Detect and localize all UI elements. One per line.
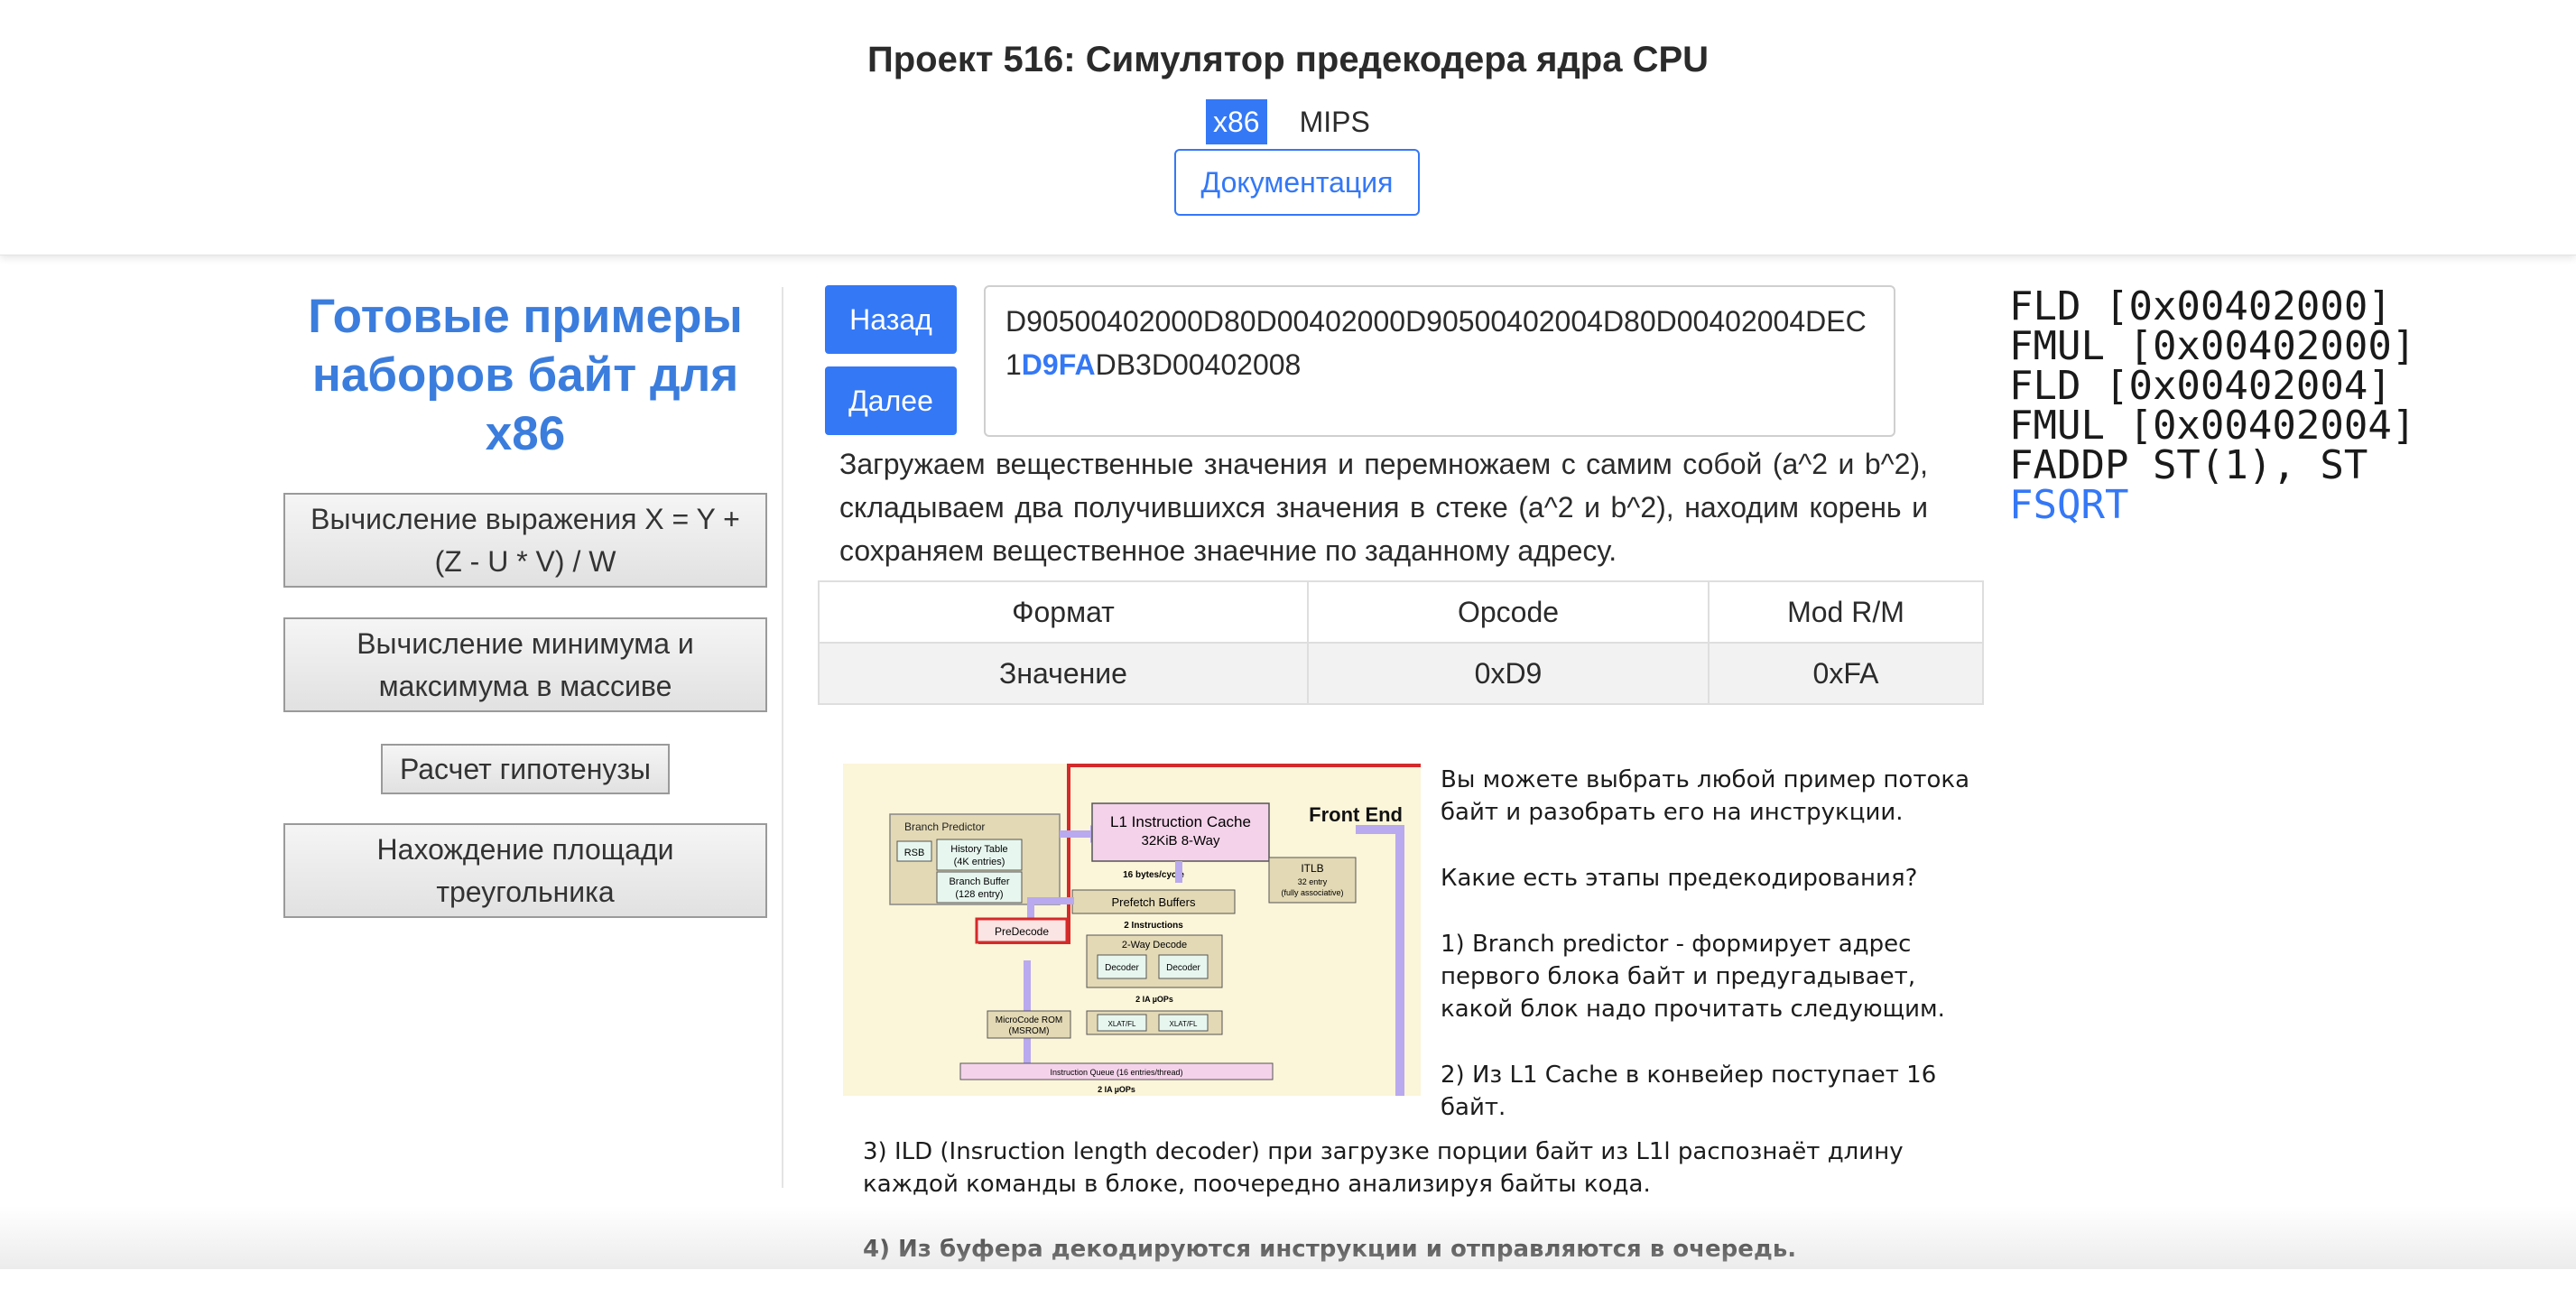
predecode-label: PreDecode bbox=[995, 925, 1049, 938]
header: Проект 516: Симулятор предекодера ядра C… bbox=[0, 0, 2576, 255]
table-row: Значение 0xD9 0xFA bbox=[818, 642, 1984, 705]
explanation-paragraph: Какие есть этапы предекодирования? bbox=[1441, 865, 1918, 892]
asm-line: FADDP ST(1), ST bbox=[2009, 442, 2368, 488]
ia-uops-label: 2 IA µOPs bbox=[1098, 1085, 1135, 1094]
example-label: Вычисление выражения X = Y + (Z - U * V)… bbox=[310, 502, 740, 578]
table-cell: 0xFA bbox=[1708, 642, 1984, 705]
asm-line: FMUL [0x00402004] bbox=[2009, 403, 2416, 449]
example-label: Расчет гипотенузы bbox=[399, 752, 652, 785]
table-header: Opcode bbox=[1307, 580, 1710, 644]
bytes-highlight: D9FA bbox=[1021, 348, 1096, 381]
microcode-rom-label: MicroCode ROM bbox=[996, 1015, 1062, 1025]
explanation-paragraph: 4) Из буфера декодируются инструкции и о… bbox=[863, 1236, 1797, 1263]
rsb-label: RSB bbox=[904, 848, 925, 858]
tab-x86[interactable]: x86 bbox=[1206, 99, 1267, 144]
example-triangle-area-button[interactable]: Нахождение площади треугольника bbox=[283, 823, 767, 918]
page-title: Проект 516: Симулятор предекодера ядра C… bbox=[866, 40, 1710, 79]
table-header: Формат bbox=[818, 580, 1309, 644]
branch-buffer-entries: (128 entry) bbox=[955, 889, 1003, 900]
tab-mips[interactable]: MIPS bbox=[1293, 99, 1377, 144]
instruction-queue-label: Instruction Queue (16 entries/thread) bbox=[1050, 1068, 1182, 1077]
table-header: Mod R/M bbox=[1708, 580, 1984, 644]
l1-cache-size: 32KiB 8-Way bbox=[1142, 833, 1220, 848]
frontend-diagram-svg: Front End Branch Predictor RSB History T… bbox=[843, 735, 1421, 1096]
itlb-label: ITLB bbox=[1301, 862, 1323, 875]
arch-tabs: x86 MIPS bbox=[1206, 99, 1377, 144]
xlat-label: XLAT/FL bbox=[1170, 1020, 1199, 1028]
itlb-entries: 32 entry bbox=[1298, 877, 1328, 886]
decoder-label: Decoder bbox=[1105, 963, 1139, 973]
explanation-paragraph: 1) Branch predictor - формирует адрес пе… bbox=[1441, 931, 1945, 1023]
explanation-paragraph: 3) ILD (Insruction length decoder) при з… bbox=[863, 1138, 1904, 1198]
xlat-label: XLAT/FL bbox=[1108, 1020, 1137, 1028]
assembly-listing: FLD [0x00402000] FMUL [0x00402000] FLD [… bbox=[2009, 287, 2415, 525]
explanation-paragraph: 2) Из L1 Cache в конвейер поступает 16 б… bbox=[1441, 1062, 1937, 1121]
branch-buffer-label: Branch Buffer bbox=[949, 876, 1009, 887]
history-table-label: History Table bbox=[950, 844, 1007, 855]
ia-uops-label: 2 IA µOPs bbox=[1135, 995, 1173, 1004]
documentation-button[interactable]: Документация bbox=[1174, 149, 1420, 216]
vertical-divider bbox=[782, 287, 783, 1188]
table-cell: 0xD9 bbox=[1307, 642, 1710, 705]
prefetch-buffers-label: Prefetch Buffers bbox=[1112, 895, 1196, 909]
back-button[interactable]: Назад bbox=[825, 285, 957, 354]
example-minmax-button[interactable]: Вычисление минимума и максимума в массив… bbox=[283, 617, 767, 712]
example-description: Загружаем вещественные значения и перемн… bbox=[839, 448, 1928, 567]
l1-cache-label: L1 Instruction Cache bbox=[1110, 813, 1251, 830]
history-table-entries: (4K entries) bbox=[954, 857, 1005, 867]
explanation-paragraph: Вы можете выбрать любой пример потока ба… bbox=[1441, 766, 1970, 826]
bytes-input[interactable]: D90500402000D80D00402000D90500402004D80D… bbox=[984, 285, 1895, 437]
table-header-row: Формат Opcode Mod R/M bbox=[818, 580, 1984, 644]
predecode-explanation-continued: 3) ILD (Insruction length decoder) при з… bbox=[863, 1136, 1973, 1298]
format-table: Формат Opcode Mod R/M Значение 0xD9 0xFA bbox=[818, 580, 1984, 705]
example-hypotenuse-button[interactable]: Расчет гипотенузы bbox=[381, 744, 670, 794]
two-way-decode-label: 2-Way Decode bbox=[1122, 940, 1187, 950]
asm-line: FMUL [0x00402000] bbox=[2009, 323, 2416, 369]
example-label: Нахождение площади треугольника bbox=[376, 832, 674, 908]
next-button[interactable]: Далее bbox=[825, 366, 957, 435]
itlb-assoc: (fully associative) bbox=[1281, 888, 1343, 897]
branch-predictor-label: Branch Predictor bbox=[904, 821, 985, 833]
predecode-explanation: Вы можете выбрать любой пример потока ба… bbox=[1441, 764, 1982, 1157]
front-end-label: Front End bbox=[1309, 803, 1403, 826]
two-instructions-label: 2 Instructions bbox=[1124, 921, 1183, 931]
asm-line: FLD [0x00402000] bbox=[2009, 283, 2392, 329]
frontend-diagram: Front End Branch Predictor RSB History T… bbox=[843, 735, 1421, 1096]
asm-line-current: FSQRT bbox=[2009, 482, 2129, 528]
asm-line: FLD [0x00402004] bbox=[2009, 363, 2392, 409]
example-expression-button[interactable]: Вычисление выражения X = Y + (Z - U * V)… bbox=[283, 493, 767, 588]
decoder-label: Decoder bbox=[1166, 963, 1200, 973]
example-label: Вычисление минимума и максимума в массив… bbox=[357, 626, 694, 702]
bytes-after: DB3D00402008 bbox=[1095, 348, 1302, 381]
table-cell: Значение bbox=[818, 642, 1309, 705]
microcode-rom-sub: (MSROM) bbox=[1009, 1026, 1050, 1036]
examples-title: Готовые примеры наборов байт для x86 bbox=[308, 290, 743, 460]
